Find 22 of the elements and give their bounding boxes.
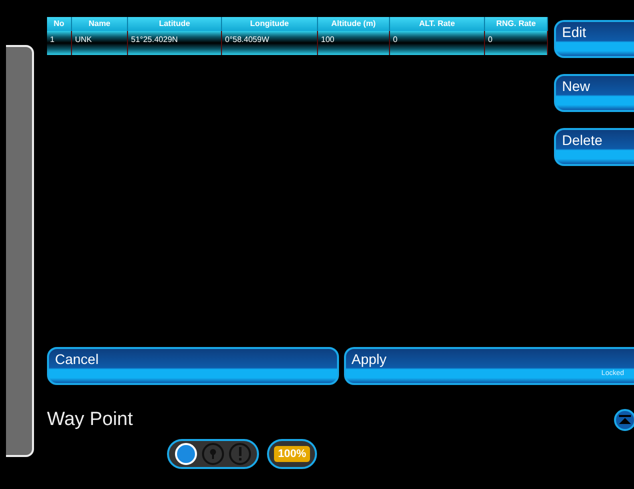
table-cell[interactable]: 0 xyxy=(485,31,548,55)
column-header: No xyxy=(47,17,72,31)
column-header: Longitude xyxy=(222,17,318,31)
table-cell[interactable]: 0 xyxy=(390,31,485,55)
status-dot-icon[interactable] xyxy=(174,442,198,466)
column-header: ALT. Rate xyxy=(390,17,485,31)
page-title: Way Point xyxy=(47,409,133,431)
side-button[interactable]: Edit xyxy=(554,20,634,58)
side-button[interactable]: Delete xyxy=(554,128,634,166)
column-header: Latitude xyxy=(128,17,222,31)
table-cell[interactable]: 51°25.4029N xyxy=(128,31,222,55)
table-cell[interactable]: 1 xyxy=(47,31,72,55)
scroll-up-icon[interactable] xyxy=(614,409,634,431)
side-button[interactable]: New xyxy=(554,74,634,112)
column-header: Altitude (m) xyxy=(318,17,390,31)
action-button[interactable]: Cancel xyxy=(47,347,339,385)
battery-level: 100% xyxy=(274,446,310,462)
column-header: RNG. Rate xyxy=(485,17,548,31)
table-cell[interactable]: 100 xyxy=(318,31,390,55)
table-cell[interactable]: 0°58.4059W xyxy=(222,31,318,55)
table-cell[interactable]: UNK xyxy=(72,31,128,55)
column-header: Name xyxy=(72,17,128,31)
